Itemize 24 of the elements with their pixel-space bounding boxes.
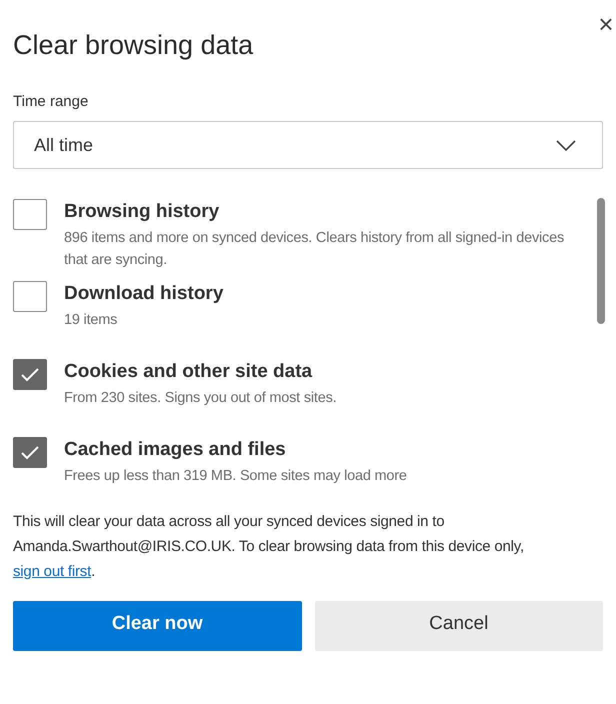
close-button[interactable]: × [596, 10, 616, 38]
checkmark-icon [21, 446, 39, 460]
scrollbar-thumb[interactable] [597, 198, 605, 324]
cancel-button[interactable]: Cancel [314, 601, 603, 651]
checkbox[interactable] [13, 437, 47, 468]
option-description: From 230 sites. Signs you out of most sites. [64, 389, 338, 408]
time-range-dropdown[interactable]: All time [13, 121, 603, 169]
option-label: Cached images and files [64, 438, 286, 462]
sync-notice: This will clear your data across all your synced devices signed in to Amanda.Swarthout@IRIS.CO.UK. To clear browsing data from this device only, sign out first. [13, 512, 525, 582]
field-label: Time range [13, 92, 88, 112]
checkbox[interactable] [13, 199, 47, 230]
option-label: Browsing history [64, 200, 220, 224]
clear-now-button[interactable]: Clear now [13, 601, 302, 651]
option-description: 19 items [64, 311, 118, 330]
option-description: 896 items and more on synced devices. Clears history from all signed-in devices that are syncing. [64, 229, 565, 270]
checkmark-icon [21, 368, 39, 382]
option-label: Cookies and other site data [64, 360, 312, 384]
dialog-title: Clear browsing data [13, 29, 254, 62]
sign-out-link[interactable]: sign out first [13, 563, 92, 580]
chevron-down-icon [556, 140, 576, 150]
checkbox[interactable] [13, 359, 47, 390]
checkbox[interactable] [13, 281, 47, 312]
option-label: Download history [64, 282, 224, 306]
option-description: Frees up less than 319 MB. Some sites may load more [64, 467, 408, 486]
